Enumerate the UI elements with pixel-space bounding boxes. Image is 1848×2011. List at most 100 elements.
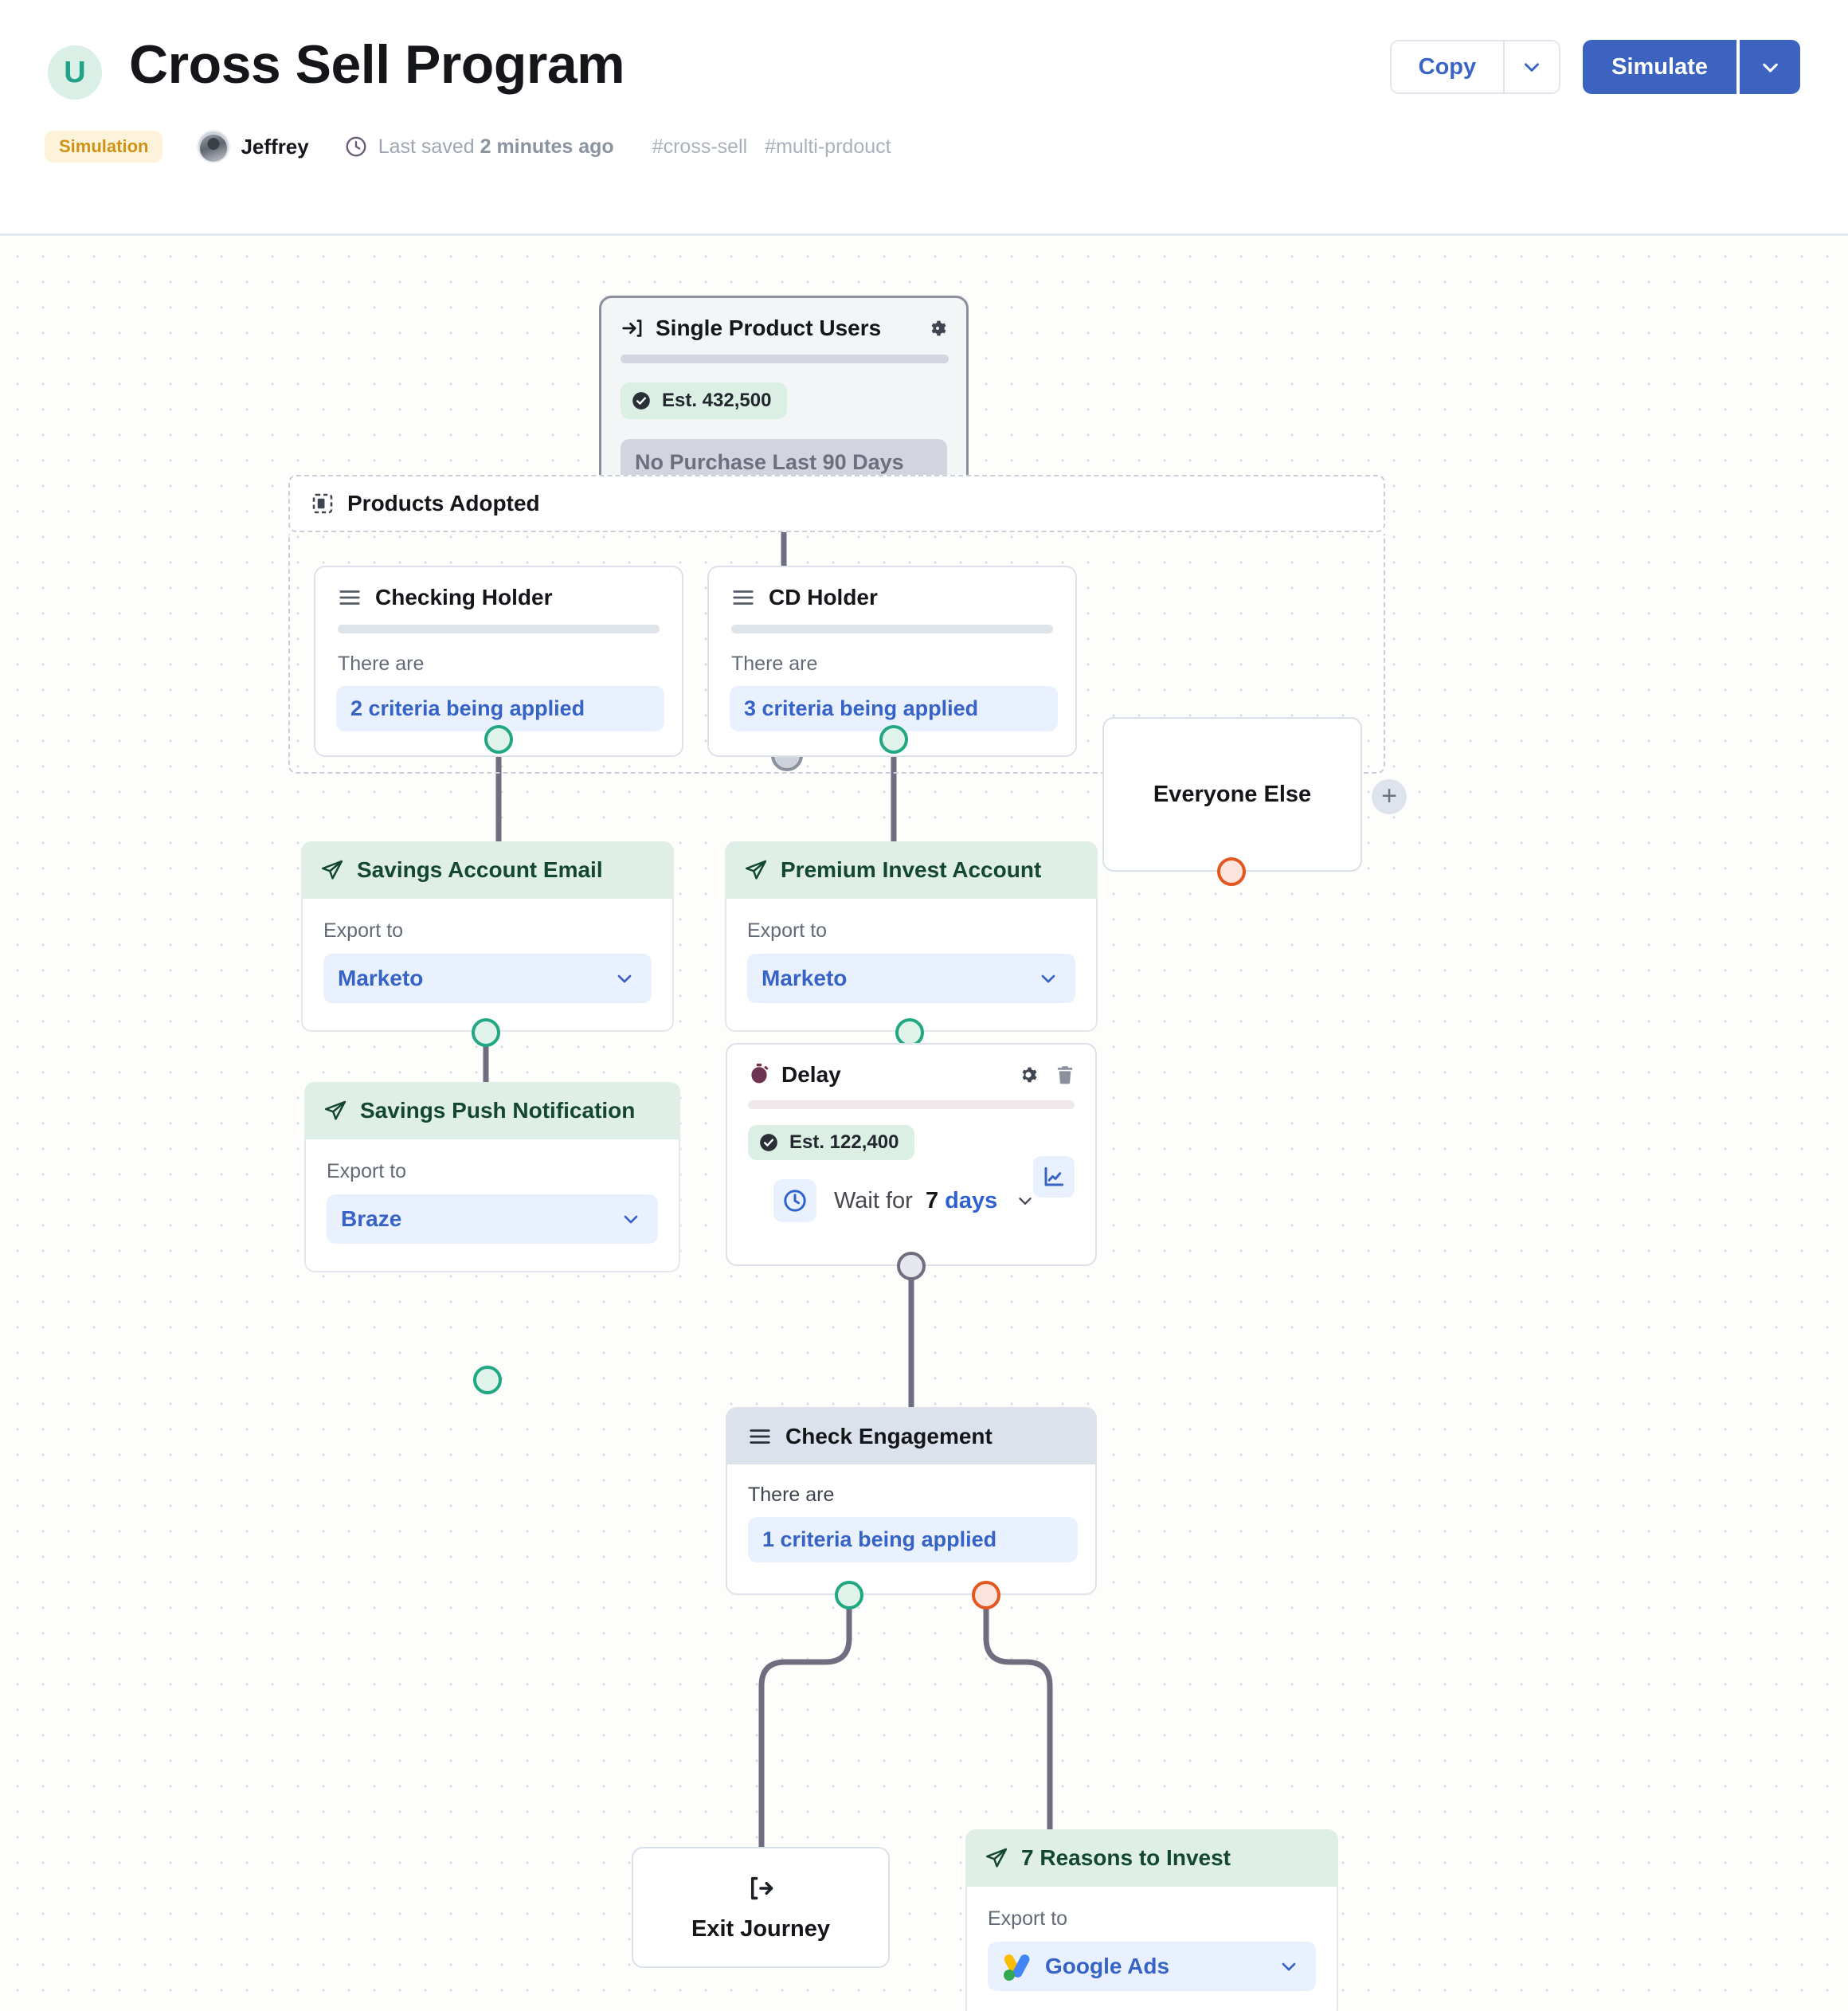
node-check-engagement[interactable]: Check Engagement There are 1 criteria be… bbox=[726, 1407, 1097, 1595]
check-output-handle-yes[interactable] bbox=[835, 1581, 863, 1609]
check-label: There are bbox=[748, 1484, 1095, 1507]
export-destination-select[interactable]: Braze bbox=[327, 1194, 658, 1244]
paper-plane-icon bbox=[985, 1846, 1008, 1870]
branch-header: Checking Holder bbox=[315, 567, 682, 610]
node-header: Delay bbox=[727, 1045, 1095, 1088]
chevron-down-icon bbox=[1278, 1955, 1300, 1978]
gear-icon[interactable] bbox=[1017, 1064, 1040, 1086]
split-group-icon bbox=[311, 492, 335, 515]
node-header: Savings Account Email bbox=[301, 841, 674, 899]
last-saved-block: Last saved 2 minutes ago bbox=[344, 135, 614, 159]
export-label: Export to bbox=[747, 919, 1075, 943]
paper-plane-icon bbox=[744, 858, 768, 882]
export-destination-select[interactable]: Google Ads bbox=[988, 1942, 1316, 1991]
export-destination-select[interactable]: Marketo bbox=[747, 954, 1075, 1003]
branch-title: Checking Holder bbox=[375, 585, 552, 610]
branch-label: There are bbox=[731, 653, 1075, 676]
node-body: Export to Google Ads bbox=[965, 1887, 1338, 2011]
avatar bbox=[197, 130, 230, 163]
branch-output-handle[interactable] bbox=[879, 725, 908, 754]
group-header[interactable]: Products Adopted bbox=[288, 475, 1385, 532]
group-title: Products Adopted bbox=[347, 491, 540, 516]
simulate-dropdown-button[interactable] bbox=[1740, 40, 1800, 94]
node-exit-journey[interactable]: Exit Journey bbox=[632, 1847, 890, 1968]
node-title: Check Engagement bbox=[785, 1424, 993, 1449]
brand-avatar: U bbox=[48, 45, 102, 100]
node-title: Premium Invest Account bbox=[781, 857, 1041, 883]
check-criteria-chip[interactable]: 1 criteria being applied bbox=[748, 1517, 1078, 1562]
copy-button[interactable]: Copy bbox=[1392, 41, 1504, 92]
simulate-button[interactable]: Simulate bbox=[1583, 40, 1736, 94]
branch-header: CD Holder bbox=[709, 567, 1075, 610]
node-header: Savings Push Notification bbox=[304, 1082, 680, 1139]
check-output-handle-no[interactable] bbox=[972, 1581, 1000, 1609]
node-premium-invest-account[interactable]: Premium Invest Account Export to Marketo bbox=[725, 841, 1098, 1032]
node-body: Export to Braze bbox=[304, 1139, 680, 1272]
estimate-value: Est. 432,500 bbox=[662, 390, 771, 412]
chevron-down-icon bbox=[620, 1208, 642, 1230]
node-7-reasons-to-invest[interactable]: 7 Reasons to Invest Export to Google Ads bbox=[965, 1829, 1338, 2011]
tag-list: #cross-sell #multi-prdouct bbox=[652, 135, 891, 159]
node-header: 7 Reasons to Invest bbox=[965, 1829, 1338, 1887]
action-output-handle[interactable] bbox=[472, 1018, 500, 1047]
gear-icon[interactable] bbox=[926, 317, 949, 339]
export-label: Export to bbox=[988, 1907, 1316, 1931]
branch-card-everyone-else[interactable]: Everyone Else bbox=[1102, 717, 1362, 872]
paper-plane-icon bbox=[323, 1099, 347, 1123]
flow-canvas[interactable]: Single Product Users Est. 432,500 No Pur… bbox=[0, 236, 1848, 2011]
clock-icon bbox=[773, 1179, 816, 1222]
add-branch-button[interactable]: + bbox=[1372, 779, 1407, 814]
node-title: Delay bbox=[781, 1062, 841, 1088]
branch-title: CD Holder bbox=[769, 585, 878, 610]
filter-lines-icon bbox=[748, 1426, 772, 1447]
node-title: Exit Journey bbox=[691, 1916, 830, 1942]
node-header: Single Product Users bbox=[601, 298, 966, 341]
copy-button-group[interactable]: Copy bbox=[1390, 40, 1561, 94]
branch-label: There are bbox=[338, 653, 682, 676]
plus-icon: + bbox=[1381, 786, 1397, 807]
copy-dropdown-button[interactable] bbox=[1503, 41, 1559, 92]
estimate-badge: Est. 122,400 bbox=[748, 1125, 914, 1160]
brand-initial: U bbox=[64, 57, 85, 88]
everyone-else-output-handle[interactable] bbox=[1217, 857, 1246, 886]
destination-value: Marketo bbox=[338, 966, 423, 991]
author-block: Jeffrey bbox=[197, 130, 308, 163]
delay-output-handle[interactable] bbox=[897, 1252, 926, 1280]
branch-title: Everyone Else bbox=[1153, 782, 1311, 808]
chevron-down-icon bbox=[613, 967, 636, 990]
last-saved-text: Last saved 2 minutes ago bbox=[378, 135, 614, 159]
status-badge: Simulation bbox=[45, 131, 162, 163]
paper-plane-icon bbox=[320, 858, 344, 882]
node-savings-push-notification[interactable]: Savings Push Notification Export to Braz… bbox=[304, 1082, 680, 1272]
tag-item[interactable]: #cross-sell bbox=[652, 135, 747, 159]
node-savings-account-email[interactable]: Savings Account Email Export to Marketo bbox=[301, 841, 674, 1032]
export-label: Export to bbox=[323, 919, 652, 943]
action-output-handle[interactable] bbox=[473, 1366, 502, 1394]
check-circle-icon bbox=[631, 390, 652, 411]
chevron-down-icon bbox=[1520, 55, 1544, 79]
tag-item[interactable]: #multi-prdouct bbox=[765, 135, 891, 159]
simulate-button-group[interactable]: Simulate bbox=[1583, 40, 1800, 94]
estimate-badge: Est. 432,500 bbox=[621, 382, 787, 419]
page-header: U Cross Sell Program Simulation Jeffrey … bbox=[0, 0, 1848, 236]
trash-icon[interactable] bbox=[1054, 1064, 1076, 1086]
node-delay[interactable]: Delay Est. 122,400 Wait for bbox=[726, 1043, 1097, 1266]
export-destination-select[interactable]: Marketo bbox=[323, 954, 652, 1003]
filter-lines-icon bbox=[338, 587, 362, 608]
page-title: Cross Sell Program bbox=[129, 33, 624, 96]
branch-output-handle[interactable] bbox=[484, 725, 513, 754]
entry-arrow-icon bbox=[621, 316, 644, 340]
node-title: Savings Push Notification bbox=[360, 1098, 635, 1123]
chart-line-icon[interactable] bbox=[1033, 1156, 1075, 1198]
header-actions: Copy Simulate bbox=[1390, 40, 1800, 94]
delay-wait-text: Wait for 7 days bbox=[834, 1188, 997, 1214]
destination-value: Braze bbox=[341, 1206, 401, 1232]
author-name: Jeffrey bbox=[241, 135, 308, 159]
chevron-down-icon[interactable] bbox=[1015, 1190, 1036, 1211]
exit-arrow-icon bbox=[746, 1873, 776, 1903]
destination-value: Google Ads bbox=[1045, 1954, 1169, 1979]
google-ads-icon bbox=[1002, 1951, 1032, 1982]
check-circle-icon bbox=[758, 1132, 779, 1153]
page-meta-row: Simulation Jeffrey Last saved 2 minutes … bbox=[45, 131, 891, 163]
clock-icon bbox=[344, 135, 368, 159]
